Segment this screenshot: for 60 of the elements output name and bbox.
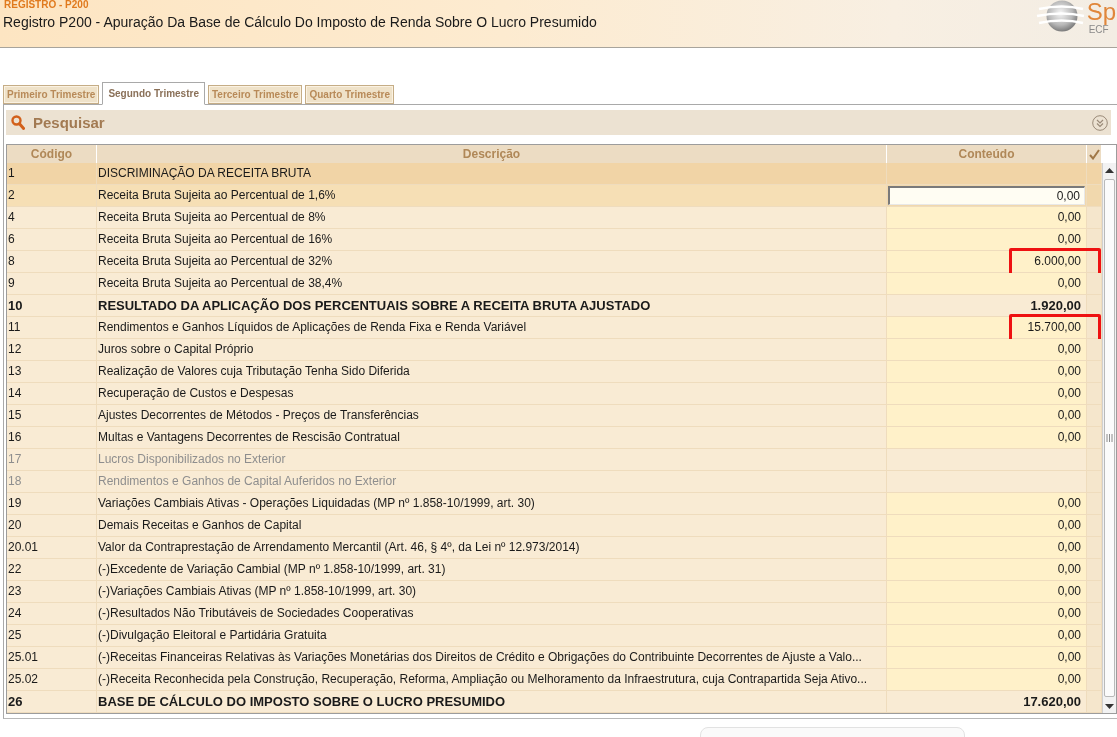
table-cell: 0,00 [887, 559, 1087, 581]
scrollbar-thumb[interactable] [1104, 179, 1115, 697]
column-header: Conteúdo [887, 145, 1087, 163]
table-row[interactable]: 23 (-)Variações Cambiais Ativas (MP nº 1.858-10/1999, art. 30) 0,00 [7, 581, 1102, 603]
table-cell: 17.620,00 [887, 691, 1087, 713]
table-row[interactable]: 11 Rendimentos e Ganhos Líquidos de Aplicações de Renda Fixa e Renda Variável 15.700,00 [7, 317, 1102, 339]
table-cell: 0,00 [887, 647, 1087, 669]
table-cell: 26 [7, 691, 97, 713]
table-cell: 6.000,00 [887, 251, 1087, 273]
search-icon [11, 115, 25, 130]
table-cell: 0,00 [887, 515, 1087, 537]
table-row[interactable]: 15 Ajustes Decorrentes de Métodos - Preços de Transferências 0,00 [7, 405, 1102, 427]
window-title: Registro P200 - Apuração Da Base de Cálculo Do Imposto de Renda Sobre O Lucro Presumido [3, 13, 597, 31]
table-row[interactable]: 25.01 (-)Receitas Financeiras Relativas às Variações Monetárias dos Direitos de Crédito e Obrigações do Contribuinte Decorrentes de Ajuste a Valo... 0,00 [7, 647, 1102, 669]
table-cell: 0,00 [887, 405, 1087, 427]
table-row[interactable]: 16 Multas e Vantagens Decorrentes de Rescisão Contratual 0,00 [7, 427, 1102, 449]
table-cell: 0,00 [887, 273, 1087, 295]
table-cell: 0,00 [887, 229, 1087, 251]
table-cell: 0,00 [887, 581, 1087, 603]
table-row[interactable]: 25 (-)Divulgação Eleitoral e Partidária Gratuita 0,00 [7, 625, 1102, 647]
table-row[interactable]: 22 (-)Excedente de Variação Cambial (MP nº 1.858-10/1999, art. 31) 0,00 [7, 559, 1102, 581]
table-cell: 0,00 [887, 537, 1087, 559]
table-cell: 0,00 [887, 207, 1087, 229]
check-icon [1088, 148, 1100, 160]
table-cell: 0,00 [887, 427, 1087, 449]
table-cell: BASE DE CÁLCULO DO IMPOSTO SOBRE O LUCRO PRESUMIDO [97, 691, 887, 713]
table-cell: 0,00 [887, 383, 1087, 405]
table-row[interactable]: 24 (-)Resultados Não Tributáveis de Sociedades Cooperativas 0,00 [7, 603, 1102, 625]
table-row[interactable]: 25.02 (-)Receita Reconhecida pela Construção, Recuperação, Reforma, Ampliação ou Melhoramento da Infraestrutura, cuja Contrapartida Seja Ativo... 0,00 [7, 669, 1102, 691]
column-header: Código [7, 145, 97, 163]
table-row[interactable]: 4 Receita Bruta Sujeita ao Percentual de 8% 0,00 [7, 207, 1102, 229]
grip-icon [1106, 434, 1113, 442]
tab[interactable]: Segundo Trimestre [102, 82, 205, 105]
table-cell: 0,00 [887, 625, 1087, 647]
table-row[interactable]: 20.01 Valor da Contraprestação de Arrendamento Mercantil (Art. 46, § 4º, da Lei nº 12.973/2014) 0,00 [7, 537, 1102, 559]
scroll-up-button[interactable] [1105, 167, 1114, 173]
search-title: Pesquisar [33, 114, 105, 131]
table-row[interactable]: 8 Receita Bruta Sujeita ao Percentual de 32% 6.000,00 [7, 251, 1102, 273]
logo-caption: ECF [1088, 24, 1109, 35]
table-row[interactable]: 13 Realização de Valores cuja Tributação Tenha Sido Diferida 0,00 [7, 361, 1102, 383]
module-heading: REGISTRO - P200 [3, 0, 90, 10]
column-header: Descrição [97, 145, 887, 163]
sphere-logo-icon [1034, 0, 1085, 32]
table-cell: 0,00 [887, 603, 1087, 625]
table-row[interactable]: 9 Receita Bruta Sujeita ao Percentual de 38,4% 0,00 [7, 273, 1102, 295]
table-row[interactable]: 12 Juros sobre o Capital Próprio 0,00 [7, 339, 1102, 361]
table-row[interactable]: 26 BASE DE CÁLCULO DO IMPOSTO SOBRE O LUCRO PRESUMIDO 17.620,00 [7, 691, 1102, 713]
table-cell: 0,00 [887, 493, 1087, 515]
table-cell: 0,00 [887, 361, 1087, 383]
table-row[interactable]: 1 DISCRIMINAÇÃO DA RECEITA BRUTA [7, 163, 1102, 185]
table-row[interactable]: 14 Recuperação de Custos e Despesas 0,00 [7, 383, 1102, 405]
table-row[interactable]: 2 Receita Bruta Sujeita ao Percentual de 1,6% 0,00 [7, 185, 1102, 207]
table-cell: 0,00 [887, 339, 1087, 361]
table-row[interactable]: 20 Demais Receitas e Ganhos de Capital 0,00 [7, 515, 1102, 537]
table-row[interactable]: 10 RESULTADO DA APLICAÇÃO DOS PERCENTUAIS SOBRE A RECEITA BRUTA AJUSTADO 1.920,00 [7, 295, 1102, 317]
table-row[interactable]: 6 Receita Bruta Sujeita ao Percentual de 16% 0,00 [7, 229, 1102, 251]
table-cell: 0,00 [887, 669, 1087, 691]
scroll-down-button[interactable] [1105, 703, 1114, 709]
table-row[interactable]: 19 Variações Cambiais Ativas - Operações Liquidadas (MP nº 1.858-10/1999, art. 30) 0,00 [7, 493, 1102, 515]
table-cell: 15.700,00 [887, 317, 1087, 339]
